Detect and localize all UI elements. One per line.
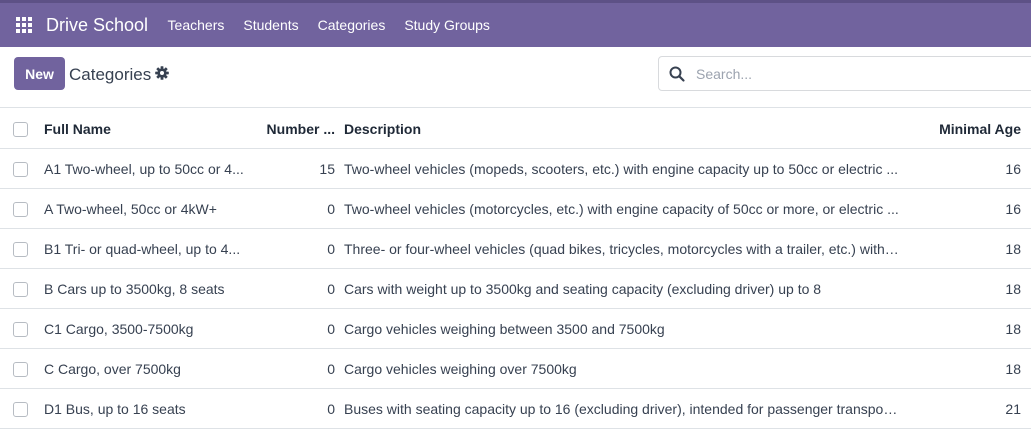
cell-description: Three- or four-wheel vehicles (quad bike… bbox=[344, 241, 899, 257]
menu-teachers[interactable]: Teachers bbox=[158, 3, 234, 47]
cell-description: Two-wheel vehicles (motorcycles, etc.) w… bbox=[344, 201, 899, 217]
row-checkbox[interactable] bbox=[13, 162, 28, 177]
cell-description: Two-wheel vehicles (mopeds, scooters, et… bbox=[344, 161, 899, 177]
apps-grid-icon bbox=[16, 17, 32, 33]
row-checkbox[interactable] bbox=[13, 242, 28, 257]
app-brand[interactable]: Drive School bbox=[46, 15, 148, 36]
cell-number: 0 bbox=[327, 201, 335, 217]
row-checkbox[interactable] bbox=[13, 402, 28, 417]
row-checkbox[interactable] bbox=[13, 322, 28, 337]
cell-full-name: C Cargo, over 7500kg bbox=[44, 361, 181, 377]
table-row[interactable]: A1 Two-wheel, up to 50cc or 4... 15 Two-… bbox=[0, 149, 1031, 189]
row-checkbox[interactable] bbox=[13, 282, 28, 297]
cell-description: Cargo vehicles weighing over 7500kg bbox=[344, 361, 577, 377]
search-box bbox=[658, 56, 1031, 91]
cell-full-name: B1 Tri- or quad-wheel, up to 4... bbox=[44, 241, 241, 257]
cell-number: 0 bbox=[327, 321, 335, 337]
cell-number: 0 bbox=[327, 241, 335, 257]
column-header-description[interactable]: Description bbox=[344, 109, 899, 149]
table-row[interactable]: C Cargo, over 7500kg 0 Cargo vehicles we… bbox=[0, 349, 1031, 389]
categories-table: Full Name Number ... Description Minimal… bbox=[0, 109, 1031, 429]
cell-full-name: B Cars up to 3500kg, 8 seats bbox=[44, 281, 225, 297]
search-icon bbox=[669, 66, 685, 82]
cell-full-name: D1 Bus, up to 16 seats bbox=[44, 401, 186, 417]
control-panel: New Categories bbox=[0, 47, 1031, 108]
search-input[interactable] bbox=[696, 65, 996, 82]
cell-full-name: C1 Cargo, 3500-7500kg bbox=[44, 321, 194, 337]
cell-description: Cars with weight up to 3500kg and seatin… bbox=[344, 281, 822, 297]
menu-categories[interactable]: Categories bbox=[308, 3, 395, 47]
new-button[interactable]: New bbox=[14, 57, 65, 90]
select-all-checkbox[interactable] bbox=[13, 122, 28, 137]
cell-minimal-age: 18 bbox=[1005, 321, 1021, 337]
cell-number: 15 bbox=[319, 161, 335, 177]
cell-full-name: A Two-wheel, 50cc or 4kW+ bbox=[44, 201, 217, 217]
table-row[interactable]: A Two-wheel, 50cc or 4kW+ 0 Two-wheel ve… bbox=[0, 189, 1031, 229]
table-row[interactable]: D1 Bus, up to 16 seats 0 Buses with seat… bbox=[0, 389, 1031, 429]
cell-minimal-age: 18 bbox=[1005, 361, 1021, 377]
column-header-number[interactable]: Number ... bbox=[254, 109, 335, 149]
table-header: Full Name Number ... Description Minimal… bbox=[0, 109, 1031, 149]
cell-minimal-age: 18 bbox=[1005, 281, 1021, 297]
cell-minimal-age: 16 bbox=[1005, 201, 1021, 217]
table-row[interactable]: B Cars up to 3500kg, 8 seats 0 Cars with… bbox=[0, 269, 1031, 309]
row-checkbox[interactable] bbox=[13, 362, 28, 377]
table-row[interactable]: B1 Tri- or quad-wheel, up to 4... 0 Thre… bbox=[0, 229, 1031, 269]
gear-icon[interactable] bbox=[154, 65, 170, 81]
menu-students[interactable]: Students bbox=[234, 3, 308, 47]
cell-minimal-age: 21 bbox=[1005, 401, 1021, 417]
cell-number: 0 bbox=[327, 361, 335, 377]
column-header-full-name[interactable]: Full Name bbox=[44, 109, 244, 149]
cell-number: 0 bbox=[327, 281, 335, 297]
page-title: Categories bbox=[69, 65, 152, 84]
cell-description: Buses with seating capacity up to 16 (ex… bbox=[344, 401, 899, 417]
cell-description: Cargo vehicles weighing between 3500 and… bbox=[344, 321, 665, 337]
column-header-minimal-age[interactable]: Minimal Age bbox=[900, 109, 1021, 149]
row-checkbox[interactable] bbox=[13, 202, 28, 217]
table-row[interactable]: C1 Cargo, 3500-7500kg 0 Cargo vehicles w… bbox=[0, 309, 1031, 349]
cell-full-name: A1 Two-wheel, up to 50cc or 4... bbox=[44, 161, 244, 177]
top-navbar: Drive School Teachers Students Categorie… bbox=[0, 0, 1031, 47]
cell-minimal-age: 18 bbox=[1005, 241, 1021, 257]
menu-study-groups[interactable]: Study Groups bbox=[395, 3, 500, 47]
cell-minimal-age: 16 bbox=[1005, 161, 1021, 177]
cell-number: 0 bbox=[327, 401, 335, 417]
apps-menu-button[interactable] bbox=[4, 3, 44, 47]
